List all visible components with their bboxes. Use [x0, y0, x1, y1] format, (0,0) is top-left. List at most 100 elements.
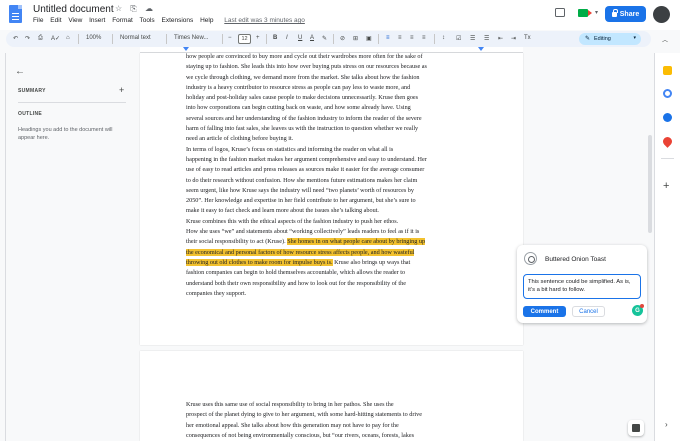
align-center-icon[interactable]: ≡	[398, 35, 402, 41]
zoom-select[interactable]: 100%	[86, 35, 101, 41]
keep-icon[interactable]	[663, 66, 672, 75]
formatting-toolbar: ↶ ↷ ⎙ A✓ ⌂ 100% Normal text Times New...…	[6, 31, 651, 47]
justify-icon[interactable]: ≡	[422, 35, 426, 41]
text-line: seem urgent, like how Kruse says the ind…	[186, 186, 414, 194]
underline-icon[interactable]: U	[298, 35, 302, 41]
meet-dropdown-icon[interactable]: ▾	[595, 9, 598, 16]
decrease-indent-icon[interactable]: ⇤	[498, 35, 503, 42]
text-line: How she uses “we” and statements about “…	[186, 228, 420, 236]
comment-author-name: Buttered Onion Toast	[545, 256, 606, 263]
style-select[interactable]: Normal text	[120, 35, 151, 41]
comment-input[interactable]: This sentence could be simplified. As is…	[523, 274, 641, 299]
get-add-ons-icon[interactable]: +	[663, 180, 669, 192]
insert-link-icon[interactable]: ⊘	[340, 35, 345, 42]
account-avatar[interactable]	[653, 6, 670, 23]
panel-divider	[18, 102, 126, 103]
text-line: In terms of logos, Kruse’s focus on stat…	[186, 145, 394, 153]
document-scrollbar[interactable]	[648, 135, 652, 233]
text-line: happening in the fashion market makes he…	[186, 155, 427, 163]
cancel-comment-button[interactable]: Cancel	[572, 306, 605, 317]
italic-icon[interactable]: I	[286, 35, 288, 41]
side-panel	[654, 53, 680, 441]
menu-format[interactable]: Format	[112, 17, 133, 24]
collapse-menus-icon[interactable]: ︿	[662, 35, 668, 44]
text-line: their social responsibility to act (Krus…	[186, 237, 427, 247]
checklist-icon[interactable]: ☑	[456, 35, 461, 42]
outline-heading: OUTLINE	[18, 111, 43, 117]
summary-heading: SUMMARY	[18, 88, 46, 94]
bulleted-list-icon[interactable]: ☰	[470, 35, 475, 42]
clear-formatting-icon[interactable]: Tx	[524, 35, 531, 41]
menu-insert[interactable]: Insert	[89, 17, 105, 24]
font-select[interactable]: Times New...	[174, 35, 208, 41]
document-title[interactable]: Untitled document	[33, 4, 114, 15]
font-size-increase-icon[interactable]: +	[256, 35, 260, 41]
text-line: the economical and personal factors of h…	[186, 248, 427, 258]
text-line: use of easy to read articles and press r…	[186, 166, 425, 174]
increase-indent-icon[interactable]: ⇥	[511, 35, 516, 42]
text-line: her emotional appeal. She talks about ho…	[186, 421, 399, 429]
text-line: throwing out old clothes to make room fo…	[186, 258, 427, 268]
print-icon[interactable]: ⎙	[38, 35, 43, 42]
insert-image-icon[interactable]: ▣	[366, 35, 372, 42]
paint-format-icon[interactable]: ⌂	[66, 35, 70, 41]
grammarly-icon[interactable]: G	[632, 304, 644, 316]
redo-icon[interactable]: ↷	[25, 35, 30, 42]
menu-file[interactable]: File	[33, 17, 43, 24]
meet-icon[interactable]	[578, 9, 592, 17]
editing-mode-select[interactable]: ✎ Editing ▾	[579, 33, 641, 45]
text-line: prospect of the planet dying to give to …	[186, 411, 422, 419]
highlight-color-icon[interactable]: ✎	[322, 35, 327, 42]
editing-mode-label: Editing	[594, 35, 611, 42]
align-right-icon[interactable]: ≡	[410, 35, 414, 41]
undo-icon[interactable]: ↶	[13, 35, 18, 42]
font-size-decrease-icon[interactable]: −	[228, 35, 232, 41]
bold-icon[interactable]: B	[273, 35, 277, 41]
text-line: need an article of clothing before buyin…	[186, 135, 294, 143]
highlighted-text[interactable]: the economical and personal factors of h…	[186, 248, 415, 256]
font-size-input[interactable]: 12	[238, 34, 251, 44]
document-body-page-1[interactable]: how people are convinced to buy more and…	[186, 52, 427, 299]
tasks-icon[interactable]	[663, 89, 672, 98]
last-edit-link[interactable]: Last edit was 3 minutes ago	[224, 17, 305, 24]
menu-view[interactable]: View	[68, 17, 82, 24]
close-outline-icon[interactable]: ←	[15, 66, 25, 77]
comment-author-avatar	[524, 252, 537, 265]
text-line: 2050”. Her knowledge and expertise in he…	[186, 197, 416, 205]
left-indent-marker[interactable]	[183, 47, 189, 51]
text-run: Kruse also brings up ways that	[332, 258, 411, 266]
menu-extensions[interactable]: Extensions	[161, 17, 193, 24]
highlighted-text[interactable]: throwing out old clothes to make room fo…	[186, 258, 333, 266]
explore-icon[interactable]	[628, 420, 644, 436]
highlighted-text[interactable]: She homes in on what people care about b…	[287, 238, 426, 246]
side-panel-divider	[661, 158, 674, 159]
pencil-icon: ✎	[585, 36, 591, 42]
text-line: companies they support.	[186, 289, 247, 297]
align-left-icon[interactable]: ≡	[386, 35, 390, 41]
numbered-list-icon[interactable]: ☰	[484, 35, 489, 42]
text-line: into how corporations can begin cutting …	[186, 104, 411, 112]
document-body-page-2[interactable]: Kruse uses this same use of social respo…	[186, 400, 422, 441]
show-side-panel-icon[interactable]: ›	[665, 420, 668, 429]
line-spacing-icon[interactable]: ↕	[442, 35, 445, 41]
lock-icon	[611, 8, 618, 17]
add-comment-icon[interactable]: ⊞	[353, 35, 358, 42]
add-summary-icon[interactable]: +	[119, 85, 124, 95]
top-bar: Untitled document ☆ ⎘ ☁ File Edit View I…	[0, 0, 680, 30]
text-color-icon[interactable]: A	[310, 35, 314, 41]
right-indent-marker[interactable]	[478, 47, 484, 51]
docs-logo-icon[interactable]	[9, 5, 22, 23]
spellcheck-icon[interactable]: A✓	[51, 35, 60, 42]
menu-edit[interactable]: Edit	[50, 17, 61, 24]
menu-tools[interactable]: Tools	[139, 17, 154, 24]
share-button[interactable]: Share	[605, 6, 646, 22]
comment-history-icon[interactable]	[555, 8, 565, 17]
submit-comment-button[interactable]: Comment	[523, 306, 566, 317]
title-star-move-cloud-icons[interactable]: ☆ ⎘ ☁	[115, 4, 156, 14]
contacts-icon[interactable]	[663, 113, 672, 122]
share-label: Share	[619, 10, 640, 18]
text-line: understand both their own responsibility…	[186, 279, 406, 287]
vertical-ruler[interactable]	[0, 53, 6, 441]
text-line: industry is a heavy contributor to resou…	[186, 83, 411, 91]
menu-help[interactable]: Help	[200, 17, 213, 24]
